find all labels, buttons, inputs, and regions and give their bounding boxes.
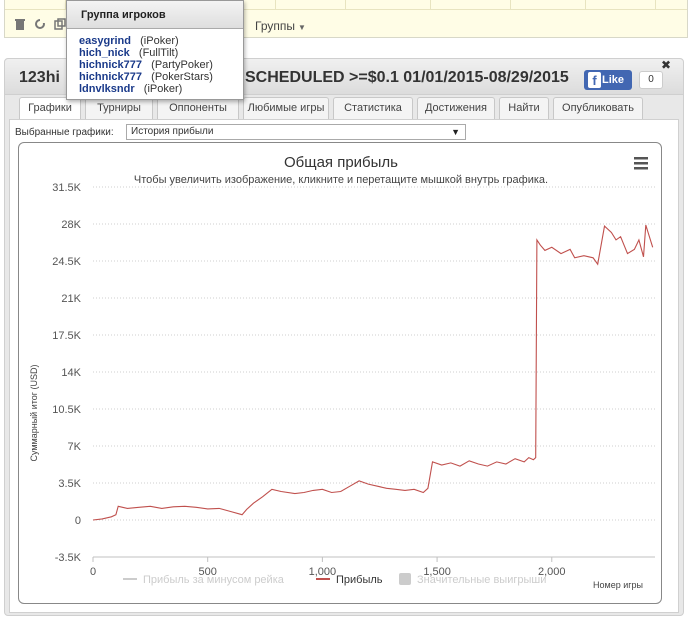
x-tick-label: 0	[90, 566, 96, 578]
y-tick-label: 28K	[61, 219, 81, 231]
y-tick-label: 7K	[68, 441, 82, 453]
legend-item[interactable]: Прибыль	[336, 574, 383, 586]
y-tick-label: 24.5K	[52, 256, 81, 268]
refresh-icon[interactable]	[33, 18, 47, 32]
player-site: (PokerStars)	[151, 71, 213, 83]
player-row: easygrind (iPoker)	[79, 35, 179, 47]
facebook-like-button[interactable]: f Like	[584, 70, 632, 90]
player-site: (FullTilt)	[138, 47, 179, 59]
legend-marker	[399, 573, 411, 585]
chart-selector-label: Выбранные графики:	[15, 127, 114, 138]
player-link[interactable]: hich_nick	[79, 47, 130, 59]
report-filter: SCHEDULED >=$0.1 01/01/2015-08/29/2015	[245, 69, 569, 86]
player-row: ldnvlksndr (iPoker)	[79, 83, 182, 95]
player-site: (iPoker)	[143, 83, 183, 95]
tab-achievements[interactable]: Достижения	[417, 97, 495, 119]
player-row: hich_nick (FullTilt)	[79, 47, 178, 59]
fb-like-label: Like	[602, 74, 625, 86]
tab-charts[interactable]: Графики	[19, 97, 81, 120]
chart-selector-value: История прибыли	[131, 126, 214, 137]
player-site: (PartyPoker)	[151, 59, 213, 71]
facebook-icon: f	[588, 72, 601, 88]
groups-dropdown[interactable]: Группы ▼	[255, 19, 306, 33]
dropdown-arrow-icon: ▼	[451, 127, 460, 137]
fb-like-count: 0	[639, 71, 663, 89]
player-link[interactable]: easygrind	[79, 35, 131, 47]
chart-container: Общая прибыль Чтобы увеличить изображени…	[18, 142, 662, 604]
player-link[interactable]: ldnvlksndr	[79, 83, 135, 95]
legend-item[interactable]: Прибыль за минусом рейка	[143, 574, 285, 586]
y-axis-label: Суммарный итог (USD)	[29, 364, 39, 461]
player-site: (iPoker)	[140, 35, 179, 47]
caret-down-icon: ▼	[297, 23, 306, 32]
player-row: hichnick777 (PartyPoker)	[79, 59, 213, 71]
report-title: 123hi	[19, 69, 60, 86]
y-tick-label: -3.5K	[55, 552, 82, 564]
legend-item[interactable]: Значительные выигрыши	[417, 574, 546, 586]
player-group-popup: Группа игроков easygrind (iPoker) hich_n…	[66, 0, 244, 100]
y-tick-label: 3.5K	[58, 478, 81, 490]
menu-icon[interactable]	[634, 157, 648, 170]
y-tick-label: 14K	[61, 367, 81, 379]
tab-tournaments[interactable]: Турниры	[85, 97, 153, 119]
tab-opponents[interactable]: Оппоненты	[157, 97, 239, 119]
groups-label: Группы	[255, 19, 295, 33]
popup-title: Группа игроков	[67, 1, 243, 29]
chart-selector[interactable]: История прибыли ▼	[126, 124, 466, 140]
tab-find[interactable]: Найти	[499, 97, 549, 119]
profit-chart[interactable]: Общая прибыль Чтобы увеличить изображени…	[19, 143, 663, 605]
y-tick-label: 21K	[61, 293, 81, 305]
tab-statistics[interactable]: Статистика	[333, 97, 413, 119]
copy-icon[interactable]	[53, 18, 67, 32]
close-icon[interactable]: ✖	[661, 58, 671, 72]
chart-title: Общая прибыль	[284, 154, 398, 171]
x-tick-label: 1,000	[309, 566, 337, 578]
trash-icon[interactable]	[13, 18, 27, 32]
player-link[interactable]: hichnick777	[79, 59, 142, 71]
player-link[interactable]: hichnick777	[79, 71, 142, 83]
y-tick-label: 17.5K	[52, 330, 81, 342]
profit-series-line	[92, 224, 654, 521]
tab-favorite-games[interactable]: Любимые игры	[243, 97, 329, 119]
y-tick-label: 31.5K	[52, 182, 81, 194]
x-axis-label: Номер игры	[593, 580, 643, 590]
y-tick-label: 0	[75, 515, 81, 527]
y-tick-label: 10.5K	[52, 404, 81, 416]
player-row: hichnick777 (PokerStars)	[79, 71, 213, 83]
chart-subtitle: Чтобы увеличить изображение, кликните и …	[134, 174, 548, 186]
report-panel: 123hi SCHEDULED >=$0.1 01/01/2015-08/29/…	[4, 58, 684, 616]
tab-publish[interactable]: Опубликовать	[553, 97, 643, 119]
